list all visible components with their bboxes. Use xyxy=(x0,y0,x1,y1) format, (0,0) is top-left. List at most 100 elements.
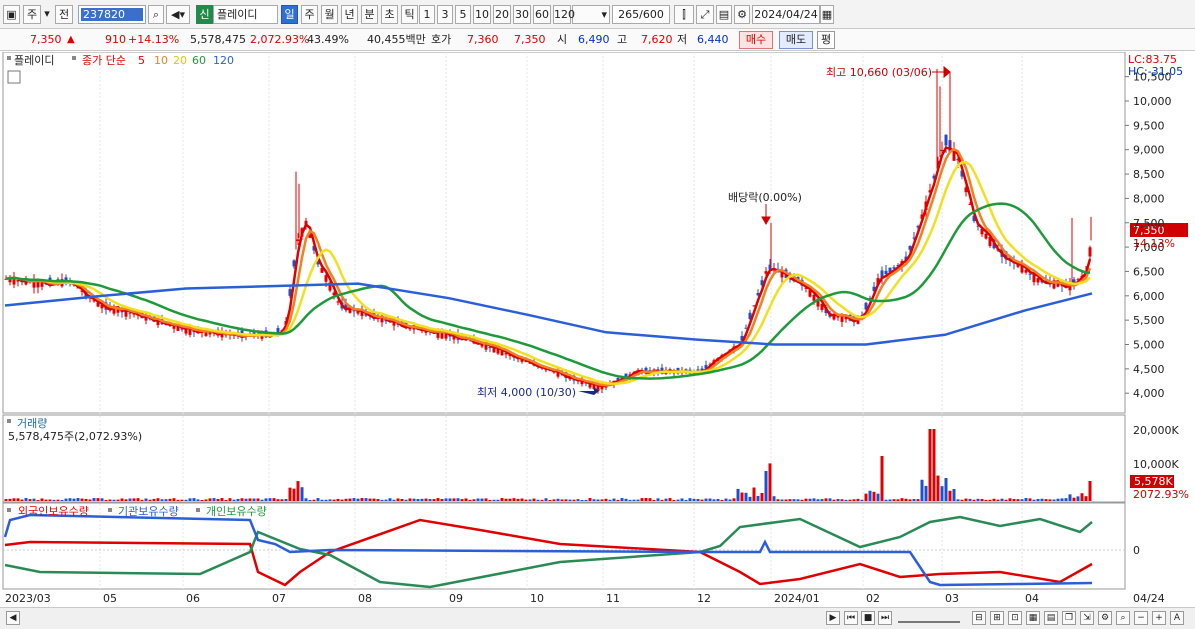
period-tab[interactable]: 틱 xyxy=(401,5,418,24)
font-icon[interactable]: A xyxy=(1170,611,1184,625)
period-tab[interactable]: 월 xyxy=(321,5,338,24)
volume-bar xyxy=(20,499,24,501)
calendar-icon[interactable]: ▦ xyxy=(820,5,834,24)
volume-bar xyxy=(396,498,400,501)
save-icon[interactable]: ▤ xyxy=(716,5,732,24)
volume-bar xyxy=(920,479,924,501)
current-price: 7,350 xyxy=(30,33,62,46)
stock-chart[interactable]: 플레이디 종가 단순 5 10 20 60 120 LC:83.75 HC:-3… xyxy=(0,51,1195,607)
zoom-out-icon[interactable]: ⊟ xyxy=(972,611,986,625)
volume-bar xyxy=(36,499,40,501)
scroll-right-icon[interactable]: ▶ xyxy=(826,611,840,625)
speaker-icon[interactable]: ◀▾ xyxy=(166,5,190,24)
volume-bar xyxy=(336,498,340,501)
stock-code-input[interactable]: 237820 xyxy=(78,5,146,24)
volume-bar xyxy=(860,499,864,501)
volume-bar xyxy=(464,498,468,501)
table-toggle-icon[interactable] xyxy=(7,70,21,84)
volume-bar xyxy=(840,499,844,501)
volume-bar xyxy=(408,498,412,501)
eval-button[interactable]: 평 xyxy=(817,31,835,49)
interval-button[interactable]: 60 xyxy=(533,5,551,24)
interval-button[interactable]: 20 xyxy=(493,5,511,24)
scroll-first-icon[interactable]: ⏮ xyxy=(844,611,858,625)
zoom-in-icon[interactable]: ⊞ xyxy=(990,611,1004,625)
search-icon[interactable]: ⌕ xyxy=(148,5,164,24)
fit-icon[interactable]: ⊡ xyxy=(1008,611,1022,625)
x-axis-label: 02 xyxy=(866,592,880,605)
sell-button[interactable]: 매도 xyxy=(779,31,813,49)
period-tab[interactable]: 초 xyxy=(381,5,398,24)
new-listing-badge: 신 xyxy=(196,5,213,24)
chart-scrollbar[interactable]: ◀ ▶ ⏮ ■ ⏭ ⊟ ⊞ ⊡ ▦ ▤ ❐ ⇲ ⚙ ⌕ − + A xyxy=(0,607,1195,629)
grid-icon[interactable]: ▤ xyxy=(1044,611,1058,625)
volume-bar xyxy=(416,499,420,501)
ask-price-2: 7,350 xyxy=(514,33,546,46)
volume-bar xyxy=(652,499,656,501)
period-select[interactable]: 주 xyxy=(23,5,41,24)
volume-bar xyxy=(696,499,700,501)
price-y-tick: 8,000 xyxy=(1133,192,1165,205)
volume-bar xyxy=(684,499,688,501)
interval-button[interactable]: 1 xyxy=(419,5,435,24)
copy-icon[interactable]: ❐ xyxy=(1062,611,1076,625)
volume-bar xyxy=(804,498,808,501)
volume-bar xyxy=(80,498,84,501)
interval-button[interactable]: 5 xyxy=(455,5,471,24)
volume-bar xyxy=(328,499,332,501)
volume-bar xyxy=(1016,499,1020,501)
volume-bar xyxy=(164,499,168,501)
interval-button[interactable]: 120 xyxy=(553,5,575,24)
dropdown-arrow-icon[interactable]: ▾ xyxy=(43,5,51,24)
volume-bar xyxy=(844,499,848,501)
interval-button[interactable]: 30 xyxy=(513,5,531,24)
interval-button[interactable]: 10 xyxy=(473,5,491,24)
period-tab[interactable]: 분 xyxy=(361,5,378,24)
volume-bar xyxy=(184,499,188,501)
chart-menu-icon[interactable]: ▣ xyxy=(3,5,20,24)
volume-bar xyxy=(412,498,416,501)
interval-button[interactable]: 3 xyxy=(437,5,453,24)
scroll-left-icon[interactable]: ◀ xyxy=(6,611,20,625)
buy-button[interactable]: 매수 xyxy=(739,31,773,49)
minus-icon[interactable]: − xyxy=(1134,611,1148,625)
volume-bar xyxy=(224,499,228,501)
volume-bar xyxy=(48,499,52,501)
prev-button[interactable]: 전 xyxy=(55,5,73,24)
period-tab[interactable]: 년 xyxy=(341,5,358,24)
volume-bar xyxy=(892,499,896,501)
scroll-stop-icon[interactable]: ■ xyxy=(861,611,875,625)
volume-bar xyxy=(912,499,916,501)
drawing-tool-icon[interactable]: ⤢ xyxy=(696,5,714,24)
interval-input[interactable]: ▾ xyxy=(572,5,610,24)
price-y-tick: 7,000 xyxy=(1133,241,1165,254)
date-field[interactable]: 2024/04/24 xyxy=(752,5,820,24)
table-icon[interactable]: ▦ xyxy=(1026,611,1040,625)
volume-bar xyxy=(200,499,204,501)
dividend-annotation: 배당락(0.00%) xyxy=(728,191,802,204)
export-icon[interactable]: ⇲ xyxy=(1080,611,1094,625)
count-field[interactable]: 265/600 xyxy=(612,5,670,24)
plus-icon[interactable]: + xyxy=(1152,611,1166,625)
period-tab[interactable]: 일 xyxy=(281,5,298,24)
settings-icon[interactable]: ⚙ xyxy=(1098,611,1112,625)
price-y-tick: 4,500 xyxy=(1133,363,1165,376)
period-tab[interactable]: 주 xyxy=(301,5,318,24)
gear-icon[interactable]: ⚙ xyxy=(734,5,750,24)
volume-bar xyxy=(744,492,748,501)
chart-area[interactable]: 플레이디 종가 단순 5 10 20 60 120 LC:83.75 HC:-3… xyxy=(0,51,1195,607)
volume-bar xyxy=(456,498,460,501)
search-icon[interactable]: ⌕ xyxy=(1116,611,1130,625)
volume-bar xyxy=(736,488,740,501)
stock-name-field[interactable]: 플레이디 xyxy=(213,5,278,24)
volume-bar xyxy=(976,498,980,501)
volume-bar xyxy=(884,499,888,501)
volume-bar xyxy=(312,499,316,501)
candle-icon[interactable]: ⫿ xyxy=(674,5,694,24)
volume-bar xyxy=(760,493,764,501)
candle-body xyxy=(812,294,816,301)
volume-bar xyxy=(764,470,768,501)
scroll-last-icon[interactable]: ⏭ xyxy=(878,611,892,625)
volume-bar xyxy=(808,498,812,501)
zoom-slider[interactable] xyxy=(898,613,960,623)
